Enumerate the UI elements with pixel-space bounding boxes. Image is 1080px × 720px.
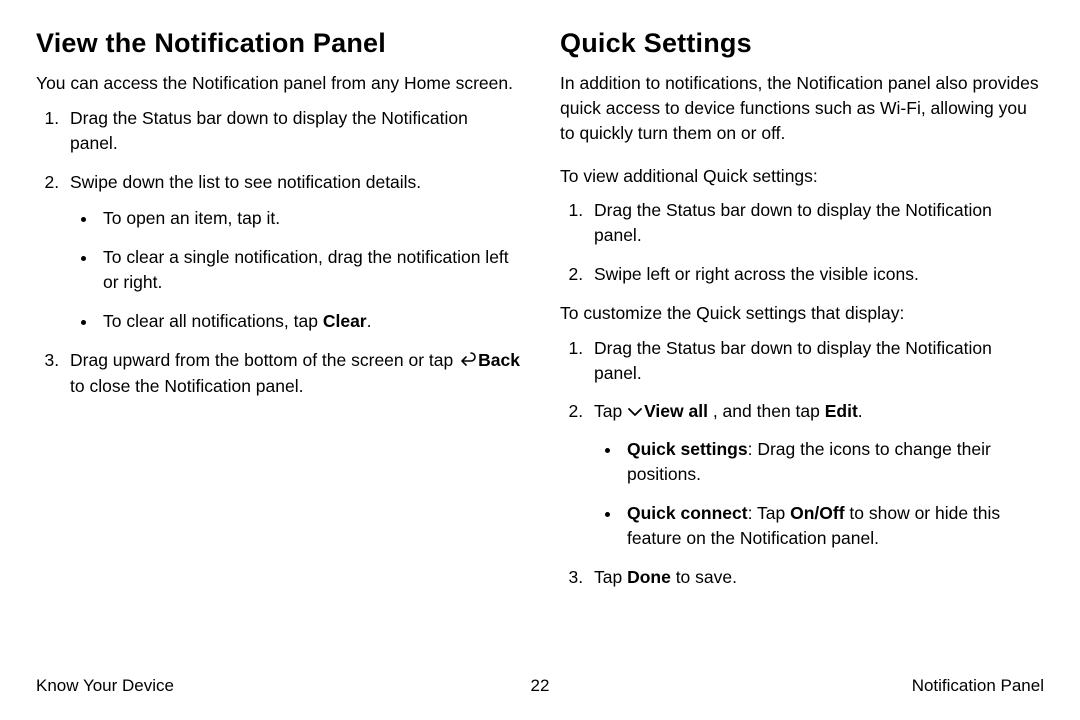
view-steps: Drag the Status bar down to display the … bbox=[560, 198, 1044, 287]
left-steps: Drag the Status bar down to display the … bbox=[36, 106, 520, 399]
customize-steps: Drag the Status bar down to display the … bbox=[560, 336, 1044, 590]
left-step-2-text: Swipe down the list to see notification … bbox=[70, 172, 421, 192]
heading-quick-settings: Quick Settings bbox=[560, 28, 1044, 59]
left-step-2: Swipe down the list to see notification … bbox=[64, 170, 520, 334]
intro-text: You can access the Notification panel fr… bbox=[36, 71, 520, 96]
view-additional-intro: To view additional Quick settings: bbox=[560, 164, 1044, 189]
edit-label: Edit bbox=[825, 401, 858, 421]
view-step-2: Swipe left or right across the visible i… bbox=[588, 262, 1044, 287]
chevron-down-icon bbox=[627, 400, 643, 425]
done-label: Done bbox=[627, 567, 671, 587]
cust-step-1: Drag the Status bar down to display the … bbox=[588, 336, 1044, 386]
view-all-label: View all bbox=[644, 401, 708, 421]
bullet-clear-all-pre: To clear all notifications, tap bbox=[103, 311, 323, 331]
left-step-3-pre: Drag upward from the bottom of the scree… bbox=[70, 350, 458, 370]
footer-left: Know Your Device bbox=[36, 676, 174, 696]
quick-settings-intro: In addition to notifications, the Notifi… bbox=[560, 71, 1044, 146]
left-step-2-bullets: To open an item, tap it. To clear a sing… bbox=[70, 206, 520, 333]
cust-step-3-pre: Tap bbox=[594, 567, 627, 587]
footer-page-number: 22 bbox=[531, 676, 550, 696]
bullet-clear-all: To clear all notifications, tap Clear. bbox=[98, 309, 520, 334]
clear-label: Clear bbox=[323, 311, 367, 331]
cust-step-2-bullets: Quick settings: Drag the icons to change… bbox=[594, 437, 1044, 550]
quick-connect-mid: : Tap bbox=[748, 503, 791, 523]
left-step-3-post: to close the Notification panel. bbox=[70, 376, 303, 396]
quick-settings-label: Quick settings bbox=[627, 439, 748, 459]
customize-intro: To customize the Quick settings that dis… bbox=[560, 301, 1044, 326]
page-footer: Know Your Device 22 Notification Panel bbox=[36, 676, 1044, 696]
cust-step-2-post: . bbox=[858, 401, 863, 421]
cust-step-2-mid: , and then tap bbox=[708, 401, 825, 421]
cust-step-3: Tap Done to save. bbox=[588, 565, 1044, 590]
bullet-quick-settings: Quick settings: Drag the icons to change… bbox=[622, 437, 1044, 487]
bullet-quick-connect: Quick connect: Tap On/Off to show or hid… bbox=[622, 501, 1044, 551]
back-label: Back bbox=[478, 350, 520, 370]
bullet-clear-single: To clear a single notification, drag the… bbox=[98, 245, 520, 295]
footer-right: Notification Panel bbox=[912, 676, 1044, 696]
bullet-open-item: To open an item, tap it. bbox=[98, 206, 520, 231]
cust-step-2: Tap View all , and then tap Edit. Quick … bbox=[588, 399, 1044, 550]
right-column: Quick Settings In addition to notificati… bbox=[560, 28, 1044, 603]
quick-connect-label: Quick connect bbox=[627, 503, 748, 523]
cust-step-2-pre: Tap bbox=[594, 401, 627, 421]
bullet-clear-all-post: . bbox=[367, 311, 372, 331]
cust-step-3-post: to save. bbox=[671, 567, 737, 587]
on-off-label: On/Off bbox=[790, 503, 844, 523]
left-column: View the Notification Panel You can acce… bbox=[36, 28, 520, 603]
heading-view-notification-panel: View the Notification Panel bbox=[36, 28, 520, 59]
left-step-3: Drag upward from the bottom of the scree… bbox=[64, 348, 520, 399]
back-icon bbox=[458, 349, 476, 374]
left-step-1: Drag the Status bar down to display the … bbox=[64, 106, 520, 156]
view-step-1: Drag the Status bar down to display the … bbox=[588, 198, 1044, 248]
